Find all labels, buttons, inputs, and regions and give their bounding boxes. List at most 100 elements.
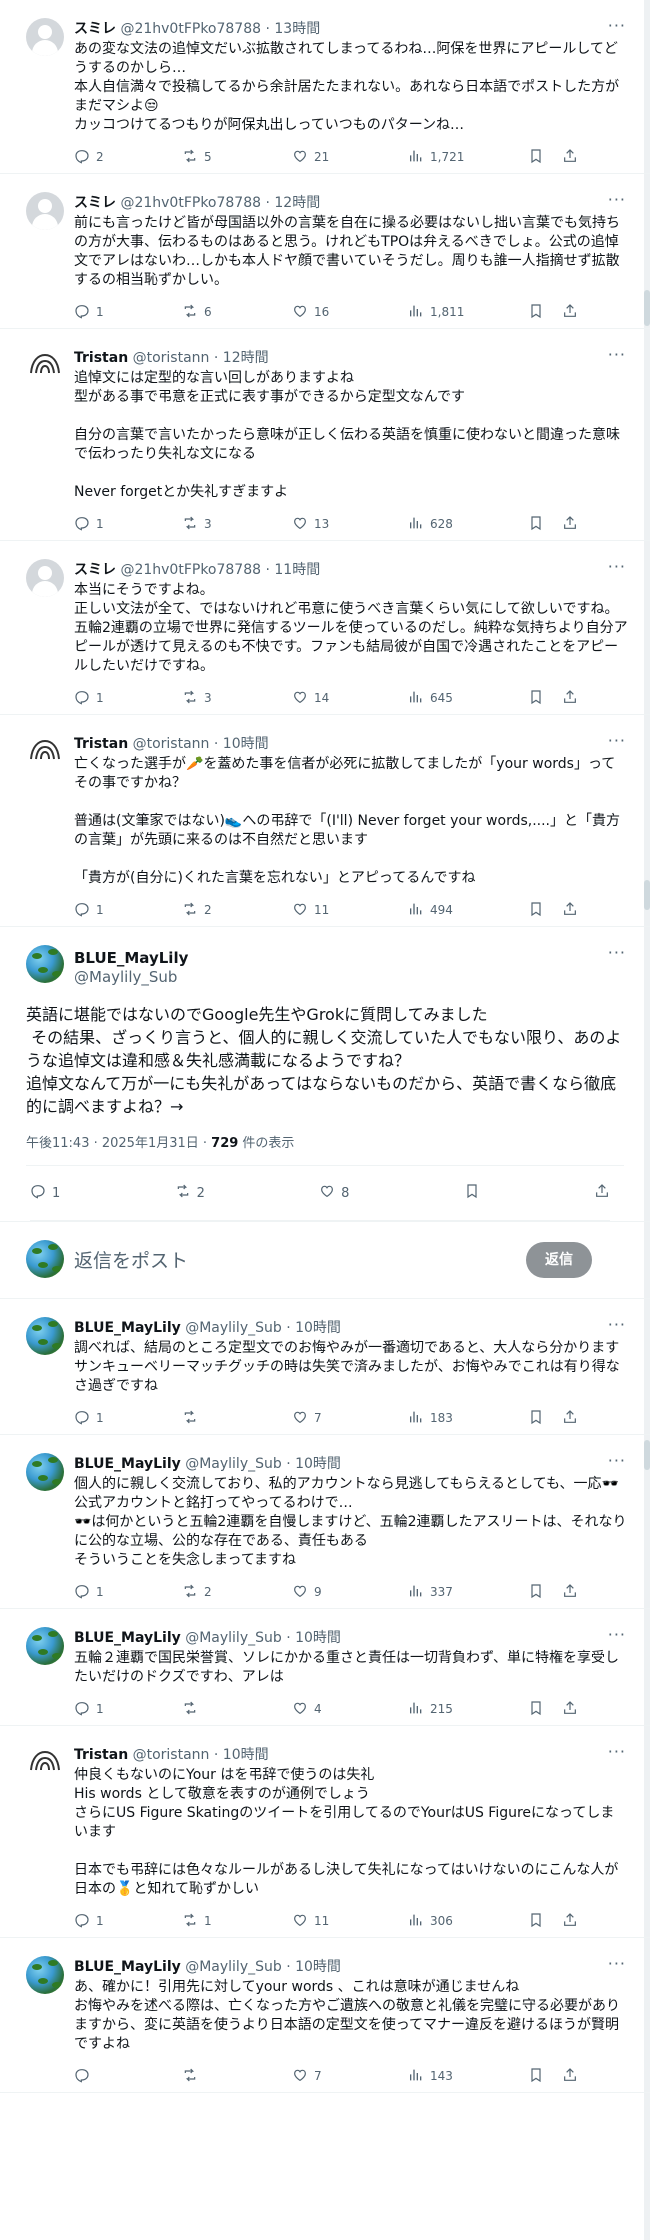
post-time[interactable]: 10時間 [223,736,269,752]
author-handle[interactable]: @21hv0tFPko78788 [120,195,261,211]
like-button[interactable]: 8 [319,1183,349,1203]
default-avatar[interactable] [26,559,64,597]
bookmark-button[interactable] [528,515,562,534]
more-options-icon[interactable]: ··· [608,1742,626,1761]
post[interactable]: ··· スミレ @21hv0tFPko78788 · 12時間 前にも言ったけど皆が… [0,174,650,329]
share-button[interactable] [562,1583,582,1602]
post-time[interactable]: 13時間 [274,21,320,37]
views-button[interactable]: 645 [408,689,528,708]
default-avatar[interactable] [26,18,64,56]
repost-button[interactable]: 3 [182,689,292,708]
post-time[interactable]: 10時間 [295,1630,341,1646]
repost-button[interactable]: 1 [182,1912,292,1931]
author-handle[interactable]: @Maylily_Sub [185,1630,282,1646]
post-time[interactable]: 10時間 [295,1456,341,1472]
repost-button[interactable]: 3 [182,515,292,534]
more-options-icon[interactable]: ··· [608,190,626,209]
author-handle[interactable]: @21hv0tFPko78788 [120,562,261,578]
repost-button[interactable]: 2 [182,1583,292,1602]
views-button[interactable]: 1,721 [408,148,528,167]
reply-button[interactable] [74,2067,182,2086]
post[interactable]: ··· Tristan @toristann · 10時間 亡くなった選手が🥕を蓋め… [0,715,650,927]
more-options-icon[interactable]: ··· [608,1625,626,1644]
more-options-icon[interactable]: ··· [608,557,626,576]
repost-button[interactable]: 6 [182,303,292,322]
like-button[interactable]: 14 [292,689,408,708]
post-time[interactable]: 10時間 [295,1320,341,1336]
share-button[interactable] [562,689,582,708]
views-button[interactable]: 1,811 [408,303,528,322]
bookmark-button[interactable] [528,1700,562,1719]
post[interactable]: ··· スミレ @21hv0tFPko78788 · 11時間 本当にそうですよね。… [0,541,650,715]
reply-button[interactable]: 1 [30,1183,60,1203]
like-button[interactable]: 9 [292,1583,408,1602]
views-button[interactable]: 337 [408,1583,528,1602]
repost-button[interactable] [182,1700,292,1719]
like-button[interactable]: 11 [292,1912,408,1931]
more-options-icon[interactable]: ··· [608,345,626,364]
post[interactable]: ··· スミレ @21hv0tFPko78788 · 13時間 あの変な文法の追悼文… [0,0,650,174]
default-avatar[interactable] [26,192,64,230]
more-options-icon[interactable]: ··· [608,1315,626,1334]
post-time[interactable]: 12時間 [223,350,269,366]
more-options-icon[interactable]: ··· [608,1451,626,1470]
author-name[interactable]: スミレ [74,21,116,37]
share-button[interactable] [562,1912,582,1931]
share-button[interactable] [562,1700,582,1719]
bookmark-button[interactable] [528,148,562,167]
reply-button[interactable]: 1 [74,303,182,322]
reply-button[interactable]: 1 [74,901,182,920]
share-button[interactable] [562,303,582,322]
views-button[interactable]: 494 [408,901,528,920]
post[interactable]: ··· BLUE_MayLily @Maylily_Sub · 10時間 個人的に親… [0,1435,650,1609]
author-handle[interactable]: @Maylily_Sub [185,1456,282,1472]
views-button[interactable]: 628 [408,515,528,534]
share-button[interactable] [562,515,582,534]
like-button[interactable]: 21 [292,148,408,167]
tristan-avatar[interactable] [26,733,64,771]
blue-avatar[interactable] [26,1317,64,1355]
blue-avatar[interactable] [26,1956,64,1994]
post[interactable]: ··· BLUE_MayLily @Maylily_Sub · 10時間 五輪２連覇… [0,1609,650,1726]
share-button[interactable] [562,148,582,167]
author-handle[interactable]: @21hv0tFPko78788 [120,21,261,37]
post-time[interactable]: 10時間 [295,1959,341,1975]
author-handle[interactable]: @toristann [133,1747,210,1763]
like-button[interactable]: 11 [292,901,408,920]
author-name[interactable]: BLUE_MayLily [74,1959,181,1975]
like-button[interactable]: 13 [292,515,408,534]
views-button[interactable]: 143 [408,2067,528,2086]
post[interactable]: ··· Tristan @toristann · 10時間 仲良くもないのにYour… [0,1726,650,1938]
repost-button[interactable]: 2 [175,1183,205,1203]
bookmark-button[interactable] [528,1912,562,1931]
blue-avatar[interactable] [26,1627,64,1665]
author-name[interactable]: Tristan [74,350,128,366]
main-author-name[interactable]: BLUE_MayLily [74,949,188,968]
bookmark-button[interactable] [528,1409,562,1428]
author-handle[interactable]: @toristann [133,350,210,366]
reply-submit-button[interactable]: 返信 [526,1242,592,1278]
repost-button[interactable]: 5 [182,148,292,167]
share-button[interactable] [562,901,582,920]
repost-button[interactable]: 2 [182,901,292,920]
post[interactable]: ··· Tristan @toristann · 12時間 追悼文には定型的な言い回… [0,329,650,541]
author-handle[interactable]: @toristann [133,736,210,752]
post[interactable]: ··· BLUE_MayLily @Maylily_Sub · 10時間 調べれば、… [0,1299,650,1435]
bookmark-button[interactable] [528,303,562,322]
reply-button[interactable]: 1 [74,1700,182,1719]
like-button[interactable]: 7 [292,1409,408,1428]
repost-button[interactable] [182,1409,292,1428]
tristan-avatar[interactable] [26,347,64,385]
like-button[interactable]: 7 [292,2067,408,2086]
reply-button[interactable]: 1 [74,515,182,534]
bookmark-button[interactable] [528,689,562,708]
like-button[interactable]: 4 [292,1700,408,1719]
reply-button[interactable]: 1 [74,689,182,708]
more-options-icon[interactable]: ··· [608,16,626,35]
bookmark-button[interactable] [528,2067,562,2086]
repost-button[interactable] [182,2067,292,2086]
bookmark-button[interactable] [528,901,562,920]
author-handle[interactable]: @Maylily_Sub [185,1320,282,1336]
views-button[interactable]: 183 [408,1409,528,1428]
share-button[interactable] [594,1183,610,1203]
